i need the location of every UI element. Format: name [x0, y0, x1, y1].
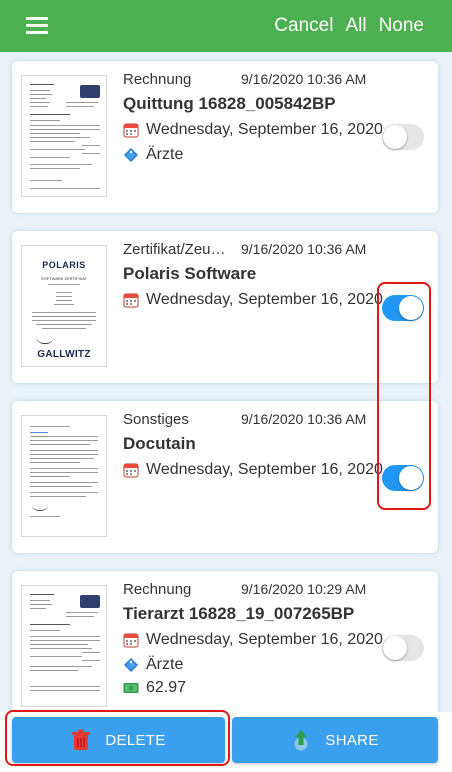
document-timestamp: 9/16/2020 10:36 AM [241, 71, 367, 87]
trash-icon [72, 729, 91, 750]
calendar-icon [123, 633, 139, 648]
select-toggle[interactable] [382, 124, 424, 150]
share-button[interactable]: SHARE [232, 717, 438, 763]
select-toggle[interactable] [382, 465, 424, 491]
document-list[interactable]: Rechnung 9/16/2020 10:36 AM Quittung 168… [0, 52, 452, 712]
document-title: Tierarzt 16828_19_007265BP [123, 604, 355, 623]
document-type: Zertifikat/Zeugnis [123, 241, 233, 258]
document-date: Wednesday, September 16, 2020 [146, 631, 383, 648]
action-bar: DELETE SHARE [0, 712, 452, 772]
document-tag: Ärzte [146, 656, 184, 673]
document-timestamp: 9/16/2020 10:36 AM [241, 411, 367, 427]
document-tag: Ärzte [146, 146, 184, 163]
document-thumbnail [21, 75, 107, 197]
thumbnail-brand-top: POLARIS [42, 260, 86, 270]
document-type: Rechnung [123, 71, 192, 88]
tag-icon [124, 148, 138, 162]
money-icon [123, 683, 139, 693]
delete-label: DELETE [105, 731, 166, 749]
share-label: SHARE [325, 731, 379, 749]
document-date-row: Wednesday, September 16, 2020 [123, 631, 386, 649]
document-card[interactable]: POLARIS SOFTWARE ZERTIFIKAT GALLWITZ Zer… [12, 231, 438, 383]
document-tag-row: Ärzte [123, 656, 183, 674]
document-tag-row: Ärzte [123, 146, 183, 164]
document-thumbnail [21, 415, 107, 537]
select-toggle[interactable] [382, 635, 424, 661]
document-card[interactable]: Rechnung 9/16/2020 10:29 AM Tierarzt 168… [12, 571, 438, 712]
document-thumbnail: POLARIS SOFTWARE ZERTIFIKAT GALLWITZ [21, 245, 107, 367]
top-bar: Cancel All None [0, 0, 452, 52]
document-date-row: Wednesday, September 16, 2020 [123, 121, 386, 139]
document-type: Sonstiges [123, 411, 189, 428]
thumbnail-brand-bottom: GALLWITZ [37, 349, 91, 360]
document-thumbnail [21, 585, 107, 707]
select-all-button[interactable]: All [345, 15, 366, 37]
thumbnail-heading: SOFTWARE ZERTIFIKAT [40, 276, 88, 281]
document-card[interactable]: Rechnung 9/16/2020 10:36 AM Quittung 168… [12, 61, 438, 213]
document-timestamp: 9/16/2020 10:29 AM [241, 581, 367, 597]
document-title: Quittung 16828_005842BP [123, 94, 336, 113]
menu-icon[interactable] [26, 17, 48, 34]
selection-actions: Cancel All None [274, 15, 424, 37]
document-timestamp: 9/16/2020 10:36 AM [241, 241, 367, 257]
document-date: Wednesday, September 16, 2020 [146, 291, 383, 308]
calendar-icon [123, 293, 139, 308]
document-amount-row: 62.97 [123, 679, 186, 697]
tag-icon [124, 658, 138, 672]
document-card[interactable]: Sonstiges 9/16/2020 10:36 AM Docutain We… [12, 401, 438, 553]
calendar-icon [123, 463, 139, 478]
calendar-icon [123, 123, 139, 138]
select-toggle[interactable] [382, 295, 424, 321]
document-title: Docutain [123, 434, 196, 453]
document-title: Polaris Software [123, 264, 257, 283]
document-amount: 62.97 [146, 679, 187, 696]
document-date: Wednesday, September 16, 2020 [146, 121, 383, 138]
cancel-button[interactable]: Cancel [274, 15, 333, 37]
document-date-row: Wednesday, September 16, 2020 [123, 291, 386, 309]
delete-button[interactable]: DELETE [12, 717, 225, 763]
share-icon [294, 730, 308, 751]
document-type: Rechnung [123, 581, 192, 598]
select-none-button[interactable]: None [379, 15, 424, 37]
document-date-row: Wednesday, September 16, 2020 [123, 461, 386, 479]
document-date: Wednesday, September 16, 2020 [146, 461, 383, 478]
